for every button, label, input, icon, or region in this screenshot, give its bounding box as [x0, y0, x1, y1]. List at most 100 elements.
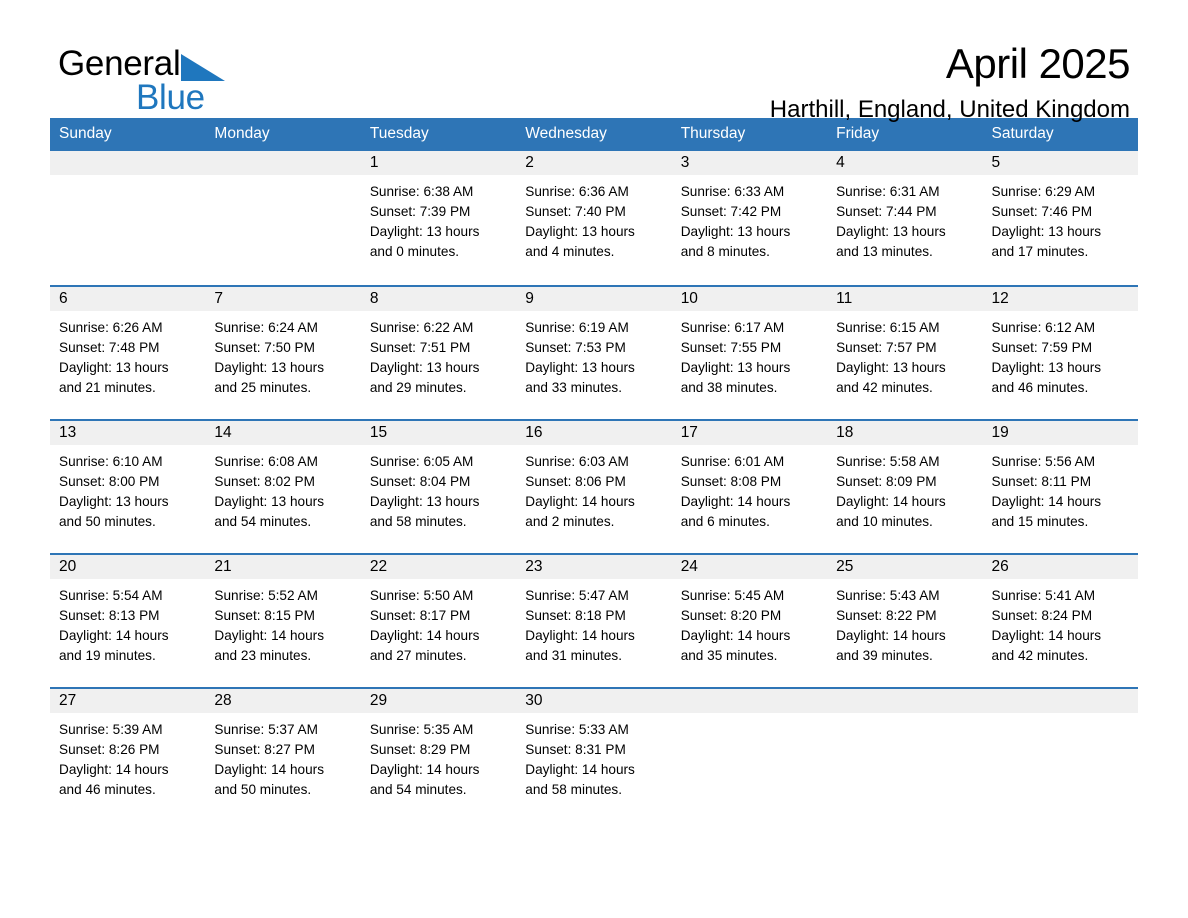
- day-details: Sunrise: 5:35 AM Sunset: 8:29 PM Daylight:…: [361, 713, 516, 800]
- calendar-day[interactable]: 16 Sunrise: 6:03 AM Sunset: 8:06 PM Dayligh…: [516, 419, 672, 553]
- calendar-day[interactable]: 7 Sunrise: 6:24 AM Sunset: 7:50 PM Daylight…: [205, 285, 361, 419]
- daylight-text-line2: and 50 minutes.: [214, 782, 312, 797]
- calendar-cell: [205, 151, 361, 285]
- day-number: 2: [516, 151, 672, 175]
- day-details: Sunrise: 5:54 AM Sunset: 8:13 PM Daylight:…: [50, 579, 205, 666]
- calendar-week-row: 27 Sunrise: 5:39 AM Sunset: 8:26 PM Dayligh…: [50, 687, 1138, 821]
- day-number: 4: [827, 151, 983, 175]
- day-number: 18: [827, 421, 983, 445]
- calendar-day[interactable]: 4 Sunrise: 6:31 AM Sunset: 7:44 PM Daylight…: [827, 151, 983, 285]
- sunrise-text: Sunrise: 6:36 AM: [525, 184, 629, 199]
- sunrise-text: Sunrise: 6:12 AM: [991, 320, 1096, 335]
- daylight-text-line1: Daylight: 14 hours: [59, 762, 169, 777]
- daylight-text-line1: Daylight: 14 hours: [680, 494, 791, 509]
- calendar-day[interactable]: 14 Sunrise: 6:08 AM Sunset: 8:02 PM Dayligh…: [205, 419, 361, 553]
- triangle-icon: [181, 52, 226, 87]
- calendar-cell: 11 Sunrise: 6:15 AM Sunset: 7:57 PM Dayligh…: [827, 285, 983, 419]
- day-number: 20: [50, 555, 206, 579]
- day-details: Sunrise: 5:45 AM Sunset: 8:20 PM Daylight:…: [672, 579, 827, 666]
- sunset-text: Sunset: 8:24 PM: [991, 608, 1093, 623]
- calendar-day[interactable]: 8 Sunrise: 6:22 AM Sunset: 7:51 PM Daylight…: [360, 285, 517, 419]
- calendar-day[interactable]: 19 Sunrise: 5:56 AM Sunset: 8:11 PM Dayligh…: [982, 419, 1138, 553]
- calendar-day[interactable]: 15 Sunrise: 6:05 AM Sunset: 8:04 PM Dayligh…: [360, 419, 517, 553]
- calendar-day[interactable]: 28 Sunrise: 5:37 AM Sunset: 8:27 PM Dayligh…: [205, 687, 361, 821]
- calendar-day[interactable]: 27 Sunrise: 5:39 AM Sunset: 8:26 PM Dayligh…: [50, 687, 206, 821]
- daylight-text-line2: and 2 minutes.: [525, 514, 615, 529]
- day-details: Sunrise: 6:12 AM Sunset: 7:59 PM Daylight:…: [983, 311, 1138, 398]
- daylight-text-line2: and 8 minutes.: [680, 244, 770, 259]
- daylight-text-line1: Daylight: 14 hours: [525, 762, 635, 777]
- calendar-day[interactable]: 25 Sunrise: 5:43 AM Sunset: 8:22 PM Dayligh…: [827, 553, 983, 687]
- sunset-text: Sunset: 7:50 PM: [214, 340, 315, 355]
- calendar-day[interactable]: 21 Sunrise: 5:52 AM Sunset: 8:15 PM Dayligh…: [205, 553, 361, 687]
- calendar-day[interactable]: 6 Sunrise: 6:26 AM Sunset: 7:48 PM Daylight…: [50, 285, 206, 419]
- calendar-day[interactable]: 3 Sunrise: 6:33 AM Sunset: 7:42 PM Daylight…: [671, 151, 828, 285]
- sunrise-text: Sunrise: 6:19 AM: [525, 320, 629, 335]
- calendar-day[interactable]: 20 Sunrise: 5:54 AM Sunset: 8:13 PM Dayligh…: [50, 553, 206, 687]
- calendar-day[interactable]: 22 Sunrise: 5:50 AM Sunset: 8:17 PM Dayligh…: [360, 553, 517, 687]
- day-details: Sunrise: 6:29 AM Sunset: 7:46 PM Daylight:…: [983, 175, 1138, 262]
- calendar-day[interactable]: 18 Sunrise: 5:58 AM Sunset: 8:09 PM Dayligh…: [827, 419, 983, 553]
- day-number: 22: [360, 555, 517, 579]
- calendar-day[interactable]: 13 Sunrise: 6:10 AM Sunset: 8:00 PM Dayligh…: [50, 419, 206, 553]
- day-number: 25: [827, 555, 983, 579]
- calendar-day[interactable]: 23 Sunrise: 5:47 AM Sunset: 8:18 PM Dayligh…: [516, 553, 672, 687]
- day-details: Sunrise: 6:33 AM Sunset: 7:42 PM Daylight:…: [672, 175, 827, 262]
- day-number: 13: [50, 421, 206, 445]
- sunset-text: Sunset: 8:18 PM: [525, 608, 626, 623]
- calendar-cell: 28 Sunrise: 5:37 AM Sunset: 8:27 PM Dayligh…: [205, 687, 361, 821]
- sunrise-text: Sunrise: 5:43 AM: [836, 588, 940, 603]
- sunset-text: Sunset: 8:26 PM: [59, 742, 160, 757]
- day-number: 23: [516, 555, 672, 579]
- sunrise-text: Sunrise: 6:24 AM: [214, 320, 318, 335]
- sunset-text: Sunset: 7:46 PM: [991, 204, 1093, 219]
- day-details: Sunrise: 5:37 AM Sunset: 8:27 PM Daylight:…: [205, 713, 360, 800]
- sunset-text: Sunset: 7:48 PM: [59, 340, 160, 355]
- sunset-text: Sunset: 8:13 PM: [59, 608, 160, 623]
- day-details: Sunrise: 6:24 AM Sunset: 7:50 PM Daylight:…: [205, 311, 360, 398]
- calendar-day[interactable]: 17 Sunrise: 6:01 AM Sunset: 8:08 PM Dayligh…: [671, 419, 828, 553]
- calendar-cell: 24 Sunrise: 5:45 AM Sunset: 8:20 PM Dayligh…: [671, 553, 828, 687]
- calendar-cell: 25 Sunrise: 5:43 AM Sunset: 8:22 PM Dayligh…: [827, 553, 983, 687]
- generalblue-logo[interactable]: General Blue: [58, 46, 358, 122]
- day-number: 26: [982, 555, 1138, 579]
- calendar-day[interactable]: 11 Sunrise: 6:15 AM Sunset: 7:57 PM Dayligh…: [827, 285, 983, 419]
- sunrise-text: Sunrise: 6:31 AM: [836, 184, 940, 199]
- calendar-day[interactable]: 26 Sunrise: 5:41 AM Sunset: 8:24 PM Dayligh…: [982, 553, 1138, 687]
- daylight-text-line2: and 42 minutes.: [836, 380, 933, 395]
- calendar-cell: 4 Sunrise: 6:31 AM Sunset: 7:44 PM Daylight…: [827, 151, 983, 285]
- daylight-text-line1: Daylight: 14 hours: [369, 762, 480, 777]
- calendar-day[interactable]: 9 Sunrise: 6:19 AM Sunset: 7:53 PM Daylight…: [516, 285, 672, 419]
- sunset-text: Sunset: 7:51 PM: [369, 340, 471, 355]
- calendar-day[interactable]: 29 Sunrise: 5:35 AM Sunset: 8:29 PM Dayligh…: [360, 687, 517, 821]
- day-details: Sunrise: 6:26 AM Sunset: 7:48 PM Daylight:…: [50, 311, 205, 398]
- calendar-cell: 30 Sunrise: 5:33 AM Sunset: 8:31 PM Dayligh…: [516, 687, 672, 821]
- calendar-day[interactable]: 24 Sunrise: 5:45 AM Sunset: 8:20 PM Dayligh…: [671, 553, 828, 687]
- day-number: 7: [205, 287, 361, 311]
- calendar-day[interactable]: 30 Sunrise: 5:33 AM Sunset: 8:31 PM Dayligh…: [516, 687, 672, 821]
- calendar-day[interactable]: 2 Sunrise: 6:36 AM Sunset: 7:40 PM Daylight…: [516, 151, 672, 285]
- sunrise-text: Sunrise: 5:45 AM: [680, 588, 785, 603]
- calendar-cell: 19 Sunrise: 5:56 AM Sunset: 8:11 PM Dayligh…: [982, 419, 1138, 553]
- daylight-text-line1: Daylight: 13 hours: [59, 494, 169, 509]
- sunset-text: Sunset: 7:44 PM: [836, 204, 937, 219]
- day-details: Sunrise: 6:36 AM Sunset: 7:40 PM Daylight:…: [516, 175, 671, 262]
- calendar-cell: 18 Sunrise: 5:58 AM Sunset: 8:09 PM Dayligh…: [827, 419, 983, 553]
- day-number: 8: [360, 287, 517, 311]
- daylight-text-line1: Daylight: 14 hours: [214, 762, 324, 777]
- sunrise-text: Sunrise: 5:35 AM: [369, 722, 474, 737]
- calendar-day-empty: [982, 687, 1138, 821]
- calendar-day[interactable]: 12 Sunrise: 6:12 AM Sunset: 7:59 PM Dayligh…: [982, 285, 1138, 419]
- sunrise-text: Sunrise: 6:03 AM: [525, 454, 629, 469]
- calendar-day[interactable]: 1 Sunrise: 6:38 AM Sunset: 7:39 PM Daylight…: [360, 151, 517, 285]
- daylight-text-line1: Daylight: 13 hours: [836, 224, 946, 239]
- sunrise-text: Sunrise: 5:39 AM: [59, 722, 163, 737]
- daylight-text-line1: Daylight: 14 hours: [369, 628, 480, 643]
- calendar-day[interactable]: 10 Sunrise: 6:17 AM Sunset: 7:55 PM Dayligh…: [671, 285, 828, 419]
- day-details: Sunrise: 5:39 AM Sunset: 8:26 PM Daylight:…: [50, 713, 205, 800]
- day-number: 14: [205, 421, 361, 445]
- calendar-day[interactable]: 5 Sunrise: 6:29 AM Sunset: 7:46 PM Daylight…: [982, 151, 1138, 285]
- daylight-text-line1: Daylight: 13 hours: [836, 360, 946, 375]
- day-number: 10: [671, 287, 828, 311]
- day-details: Sunrise: 6:08 AM Sunset: 8:02 PM Daylight:…: [205, 445, 360, 532]
